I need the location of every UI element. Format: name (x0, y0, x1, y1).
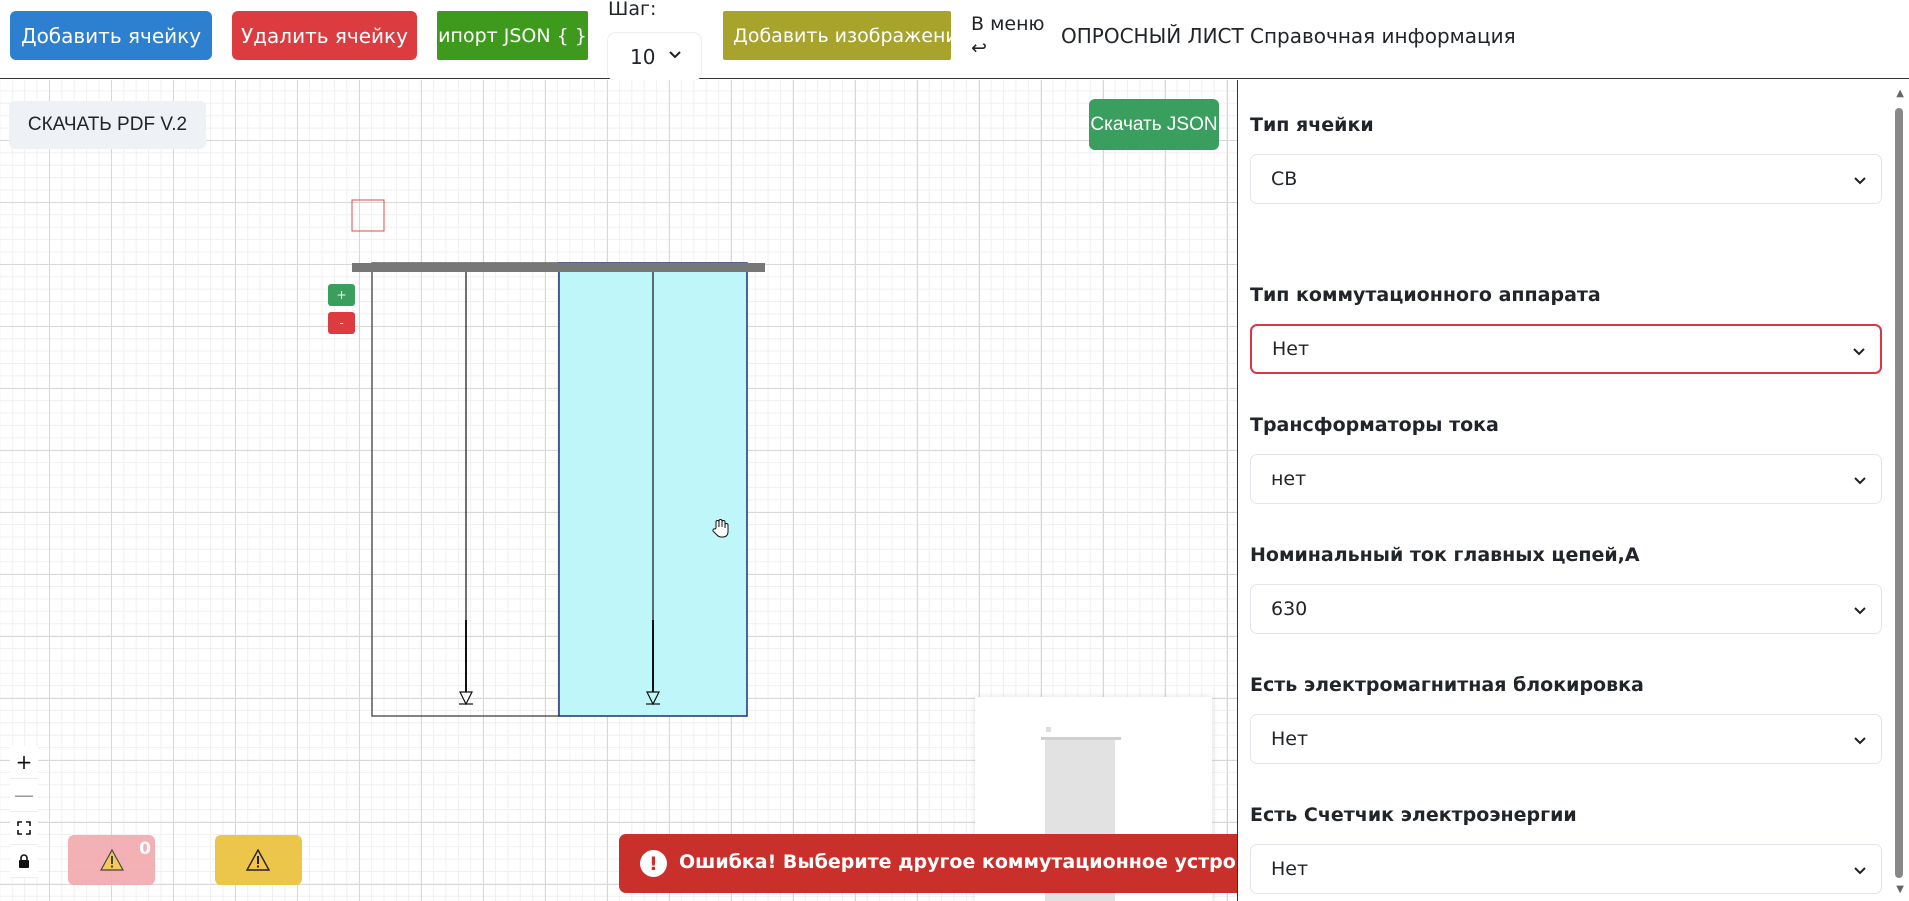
zoom-in-button[interactable]: + (10, 746, 38, 779)
chevron-down-icon (669, 51, 681, 59)
fit-view-button[interactable] (10, 812, 38, 845)
reference-info-link[interactable]: Справочная информация (1250, 24, 1516, 48)
properties-panel: Тип ячейки СВ Тип коммутационного аппара… (1237, 80, 1909, 901)
switching-device-select[interactable]: Нет (1250, 324, 1882, 374)
menu-link-label: В меню (971, 13, 1045, 35)
warning-icon (100, 849, 124, 871)
error-count: 0 (139, 839, 151, 859)
chevron-down-icon (1854, 737, 1866, 745)
field-rated-current: Номинальный ток главных цепей,А 630 (1250, 540, 1882, 634)
field-switching-device: Тип коммутационного аппарата Нет (1250, 280, 1882, 374)
rated-current-select[interactable]: 630 (1250, 584, 1882, 634)
select-value: 630 (1271, 598, 1308, 620)
field-label: Тип ячейки (1250, 114, 1374, 136)
step-select[interactable]: 10 (608, 33, 701, 80)
warning-icon (246, 849, 270, 871)
step-label: Шаг: (608, 0, 657, 20)
cell-left[interactable] (371, 262, 560, 717)
step-value: 10 (630, 44, 656, 69)
field-label: Тип коммутационного аппарата (1250, 284, 1601, 306)
chevron-down-icon (1854, 477, 1866, 485)
scroll-down-arrow-icon[interactable]: ▼ (1896, 884, 1904, 895)
import-json-button[interactable]: ипорт JSON { } (437, 11, 588, 60)
em-interlock-select[interactable]: Нет (1250, 714, 1882, 764)
field-cell-type: Тип ячейки СВ (1250, 110, 1882, 204)
current-transformers-select[interactable]: нет (1250, 454, 1882, 504)
chevron-down-icon (1854, 177, 1866, 185)
return-arrow-icon: ↩ (971, 37, 987, 59)
fit-view-icon (17, 821, 31, 835)
select-value: Нет (1271, 728, 1309, 750)
error-toast: ! Ошибка! Выберите другое коммутационное… (619, 834, 1296, 893)
add-side-button[interactable]: + (328, 284, 355, 306)
busbar (352, 263, 765, 272)
image-placeholder[interactable] (351, 199, 385, 232)
remove-side-button[interactable]: - (328, 312, 355, 334)
field-energy-meter: Есть Счетчик электроэнергии Нет (1250, 800, 1882, 894)
field-label: Есть электромагнитная блокировка (1250, 674, 1644, 696)
panel-scrollbar[interactable]: ▲ ▼ (1895, 84, 1907, 897)
add-image-button[interactable]: Добавить изображени (723, 11, 951, 60)
flow-controls: + — (10, 746, 38, 878)
add-cell-button[interactable]: Добавить ячейку (10, 11, 212, 60)
energy-meter-select[interactable]: Нет (1250, 844, 1882, 894)
field-em-interlock: Есть электромагнитная блокировка Нет (1250, 670, 1882, 764)
top-toolbar: Добавить ячейку Удалить ячейку ипорт JSO… (0, 0, 1909, 80)
scroll-up-arrow-icon[interactable]: ▲ (1896, 88, 1904, 99)
field-label: Есть Счетчик электроэнергии (1250, 804, 1577, 826)
warnings-button[interactable] (215, 835, 302, 885)
select-value: Нет (1271, 858, 1309, 880)
back-to-menu-link[interactable]: В меню ↩ (971, 12, 1045, 60)
select-value: нет (1271, 468, 1307, 490)
select-value: СВ (1271, 168, 1298, 190)
errors-button[interactable]: 0 (68, 835, 155, 885)
chevron-down-icon (1854, 867, 1866, 875)
error-icon: ! (640, 850, 667, 877)
zoom-out-button[interactable]: — (10, 779, 38, 812)
diagram-canvas[interactable]: СКАЧАТЬ PDF V.2 Скачать JSON + - + — 0 (0, 80, 1237, 901)
field-label: Номинальный ток главных цепей,А (1250, 544, 1640, 566)
questionnaire-link[interactable]: ОПРОСНЫЙ ЛИСТ (1061, 24, 1244, 48)
cell-right-selected[interactable] (558, 262, 748, 717)
field-label: Трансформаторы тока (1250, 414, 1499, 436)
cell-type-select[interactable]: СВ (1250, 154, 1882, 204)
delete-cell-button[interactable]: Удалить ячейку (232, 11, 417, 60)
scrollbar-thumb[interactable] (1895, 108, 1903, 878)
lock-icon (19, 854, 29, 868)
field-current-transformers: Трансформаторы тока нет (1250, 410, 1882, 504)
chevron-down-icon (1853, 348, 1865, 356)
select-value: Нет (1272, 338, 1310, 360)
lock-button[interactable] (10, 845, 38, 878)
chevron-down-icon (1854, 607, 1866, 615)
toast-message: Ошибка! Выберите другое коммутационное у… (679, 851, 1297, 873)
